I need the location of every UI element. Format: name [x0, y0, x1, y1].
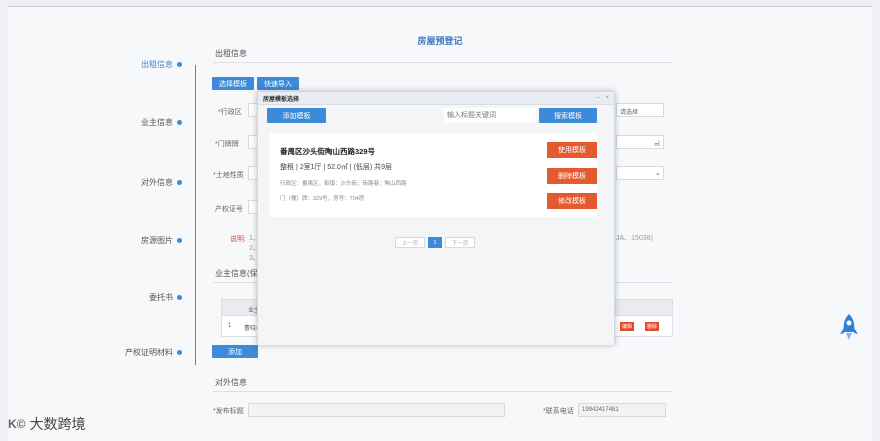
timeline-item-ownership-docs[interactable]: 产权证明材料 — [125, 347, 182, 358]
section-title-public: 对外信息 — [215, 378, 247, 387]
current-page-button[interactable]: 1 — [428, 237, 442, 248]
timeline-dot — [177, 180, 182, 185]
doorplate-label: *门牌牌 — [215, 141, 239, 148]
area-field[interactable]: ㎡ — [616, 135, 664, 149]
publish-title-label: *发布标题 — [213, 408, 244, 415]
timeline-line — [195, 65, 196, 365]
edit-template-button[interactable]: 修改模板 — [547, 193, 597, 209]
delete-tag-button[interactable]: 删除 — [645, 322, 660, 331]
timeline-item-public[interactable]: 对外信息 — [141, 177, 182, 188]
watermark-text: 大数跨境 — [29, 416, 86, 432]
right-select[interactable]: 请选择 — [616, 103, 664, 117]
timeline-dot — [177, 62, 182, 67]
select-template-button[interactable]: 选择模板 — [212, 77, 254, 90]
watermark: K© 大数跨境 — [8, 414, 86, 434]
timeline-dot — [177, 238, 182, 243]
chevron-down-icon: ⌄ — [655, 170, 661, 177]
timeline-item-photos[interactable]: 房源图片 — [141, 235, 182, 246]
template-select-modal: 房屋模板选择 – × 添加模板 搜索模板 番禺区沙头街陶山西路329号 整租 |… — [257, 91, 615, 345]
section-divider — [213, 62, 673, 63]
search-template-button[interactable]: 搜索模板 — [539, 108, 597, 123]
section-title-rental: 出租信息 — [215, 49, 247, 58]
timeline-dot — [177, 295, 182, 300]
modal-titlebar: 房屋模板选择 – × — [258, 92, 614, 105]
phone-label: *联系电话 — [543, 408, 574, 415]
template-room-meta: 门（楼）牌：329号，房号：704房 — [280, 196, 365, 202]
modal-body: 添加模板 搜索模板 番禺区沙头街陶山西路329号 整租 | 2室1厅 | 52.… — [258, 105, 614, 345]
timeline-item-owner[interactable]: 业主信息 — [141, 117, 182, 128]
minimize-icon[interactable]: – — [596, 95, 599, 101]
prev-page-button[interactable]: 上一页 — [395, 237, 425, 248]
template-card: 番禺区沙头街陶山西路329号 整租 | 2室1厅 | 52.0㎡ | (低层) … — [270, 133, 597, 217]
search-input[interactable] — [444, 108, 536, 123]
phone-input[interactable]: 19942417481 — [578, 403, 666, 417]
section-title-owner: 业主信息(保 — [215, 269, 258, 278]
rocket-icon[interactable] — [838, 313, 860, 343]
page-title: 房屋预登记 — [417, 36, 463, 46]
modal-title: 房屋模板选择 — [263, 96, 300, 103]
district-label: *行政区 — [218, 109, 242, 116]
pagination: 上一页 1 下一页 — [395, 237, 475, 248]
notes-right: JA、15038) — [616, 235, 653, 242]
next-page-button[interactable]: 下一页 — [445, 237, 475, 248]
timeline-dot — [177, 350, 182, 355]
timeline-dot — [177, 120, 182, 125]
publish-title-input[interactable] — [248, 403, 505, 417]
quick-import-button[interactable]: 快速导入 — [257, 77, 299, 90]
close-icon[interactable]: × — [605, 95, 609, 101]
notes-label: 说明: — [230, 236, 246, 243]
edit-tag-button[interactable]: 编辑 — [620, 322, 635, 331]
land-usage-label: *土地性质 — [213, 172, 244, 179]
add-template-button[interactable]: 添加模板 — [267, 108, 326, 123]
template-title: 番禺区沙头街陶山西路329号 — [280, 147, 376, 156]
timeline-item-authorization[interactable]: 委托书 — [149, 292, 182, 303]
template-address-meta: 行政区：番禺区，街镇：沙头街，街路巷：陶山西路 — [280, 181, 407, 187]
use-template-button[interactable]: 使用模板 — [547, 142, 597, 158]
add-owner-button[interactable]: 添加 — [212, 345, 258, 358]
template-summary: 整租 | 2室1厅 | 52.0㎡ | (低层) 共9层 — [280, 164, 393, 171]
cert-label: 产权证号 — [215, 206, 243, 213]
section-divider — [213, 391, 673, 392]
watermark-logo: K© — [8, 417, 26, 431]
delete-template-button[interactable]: 删除模板 — [547, 168, 597, 184]
timeline-item-rental[interactable]: 出租信息 — [141, 59, 182, 70]
